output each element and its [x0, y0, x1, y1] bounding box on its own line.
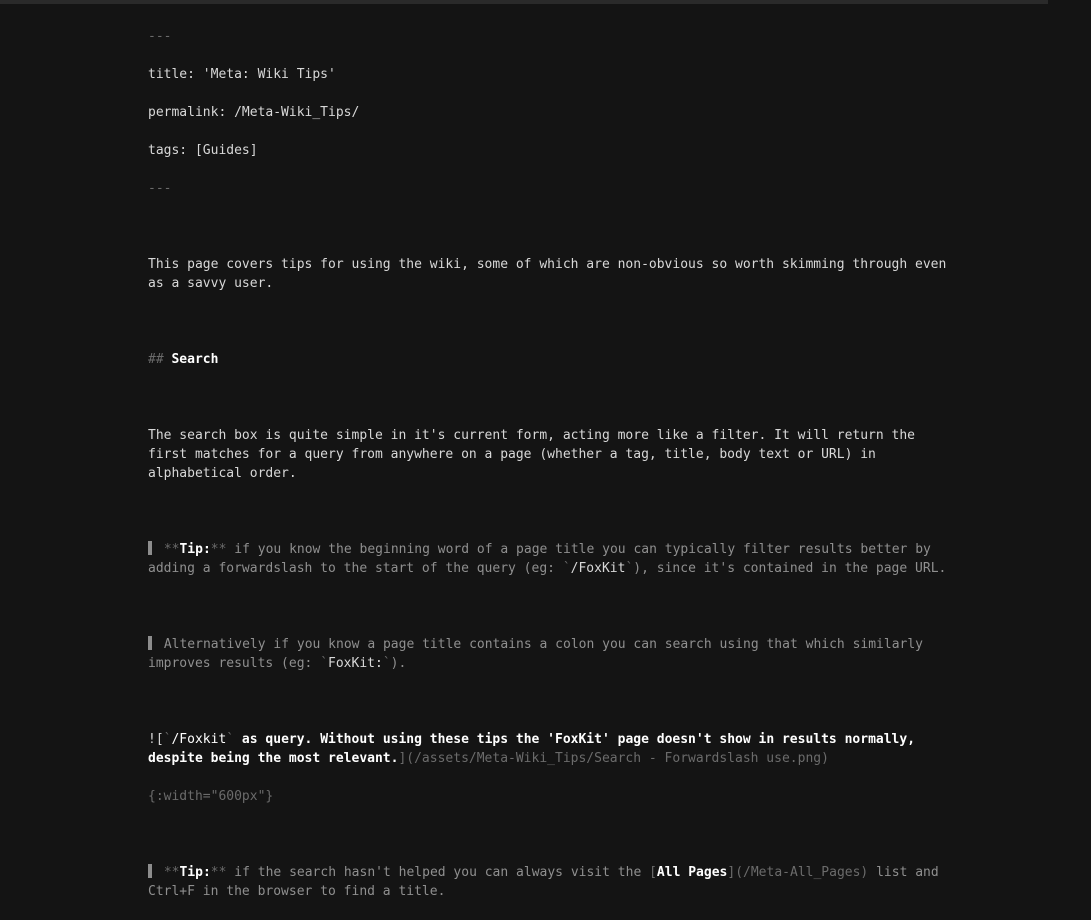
tip2-link-close: ] — [727, 865, 735, 880]
image-bang: ![ — [148, 732, 164, 747]
image-alt-code: /Foxkit — [171, 732, 226, 747]
tip1b-code-tick-open: ` — [320, 656, 328, 671]
tip2-body-a: if the search hasn't helped you can alwa… — [226, 865, 649, 880]
top-bar — [0, 0, 1048, 4]
tip2-bold-close: ** — [211, 865, 227, 880]
image-url: ](/assets/Meta-Wiki_Tips/Search - Forwar… — [398, 751, 828, 766]
tip1-tip-word: Tip: — [179, 542, 210, 557]
blockquote-bar-icon — [148, 541, 152, 555]
image-alt-tick-close: ` — [226, 732, 234, 747]
frontmatter-tags: tags: [Guides] — [148, 143, 258, 158]
search-paragraph: The search box is quite simple in it's c… — [148, 428, 923, 481]
tip2-link-url: (/Meta-All_Pages) — [735, 865, 868, 880]
tip1b-code: FoxKit: — [328, 656, 383, 671]
tip1-code: /FoxKit — [571, 561, 626, 576]
frontmatter-close: --- — [148, 181, 171, 196]
image-alt-tick-open: ` — [164, 732, 172, 747]
frontmatter-open: --- — [148, 29, 171, 44]
markdown-source: --- title: 'Meta: Wiki Tips' permalink: … — [148, 8, 948, 920]
tip1-code-tick-open: ` — [563, 561, 571, 576]
blockquote-bar-icon — [148, 636, 152, 650]
image-attr: {:width="600px"} — [148, 789, 273, 804]
frontmatter-permalink: permalink: /Meta-Wiki_Tips/ — [148, 105, 359, 120]
tip1b-code-tick-close: ` — [383, 656, 391, 671]
tip1-bold-open: ** — [156, 542, 179, 557]
tip2-bold-open: ** — [156, 865, 179, 880]
tip2-tip-word: Tip: — [179, 865, 210, 880]
tip2-link-text[interactable]: All Pages — [657, 865, 727, 880]
heading-prefix: ## — [148, 352, 171, 367]
tip1b-body-b: ). — [391, 656, 407, 671]
tip1-body-b: ), since it's contained in the page URL. — [633, 561, 946, 576]
blockquote-bar-icon — [148, 864, 152, 878]
frontmatter-title: title: 'Meta: Wiki Tips' — [148, 67, 336, 82]
tip2-link-open: [ — [649, 865, 657, 880]
tip1b-body-a: Alternatively if you know a page title c… — [148, 637, 931, 671]
heading-text: Search — [171, 352, 218, 367]
tip1-code-tick-close: ` — [625, 561, 633, 576]
intro-paragraph: This page covers tips for using the wiki… — [148, 257, 954, 291]
tip1-bold-close: ** — [211, 542, 227, 557]
